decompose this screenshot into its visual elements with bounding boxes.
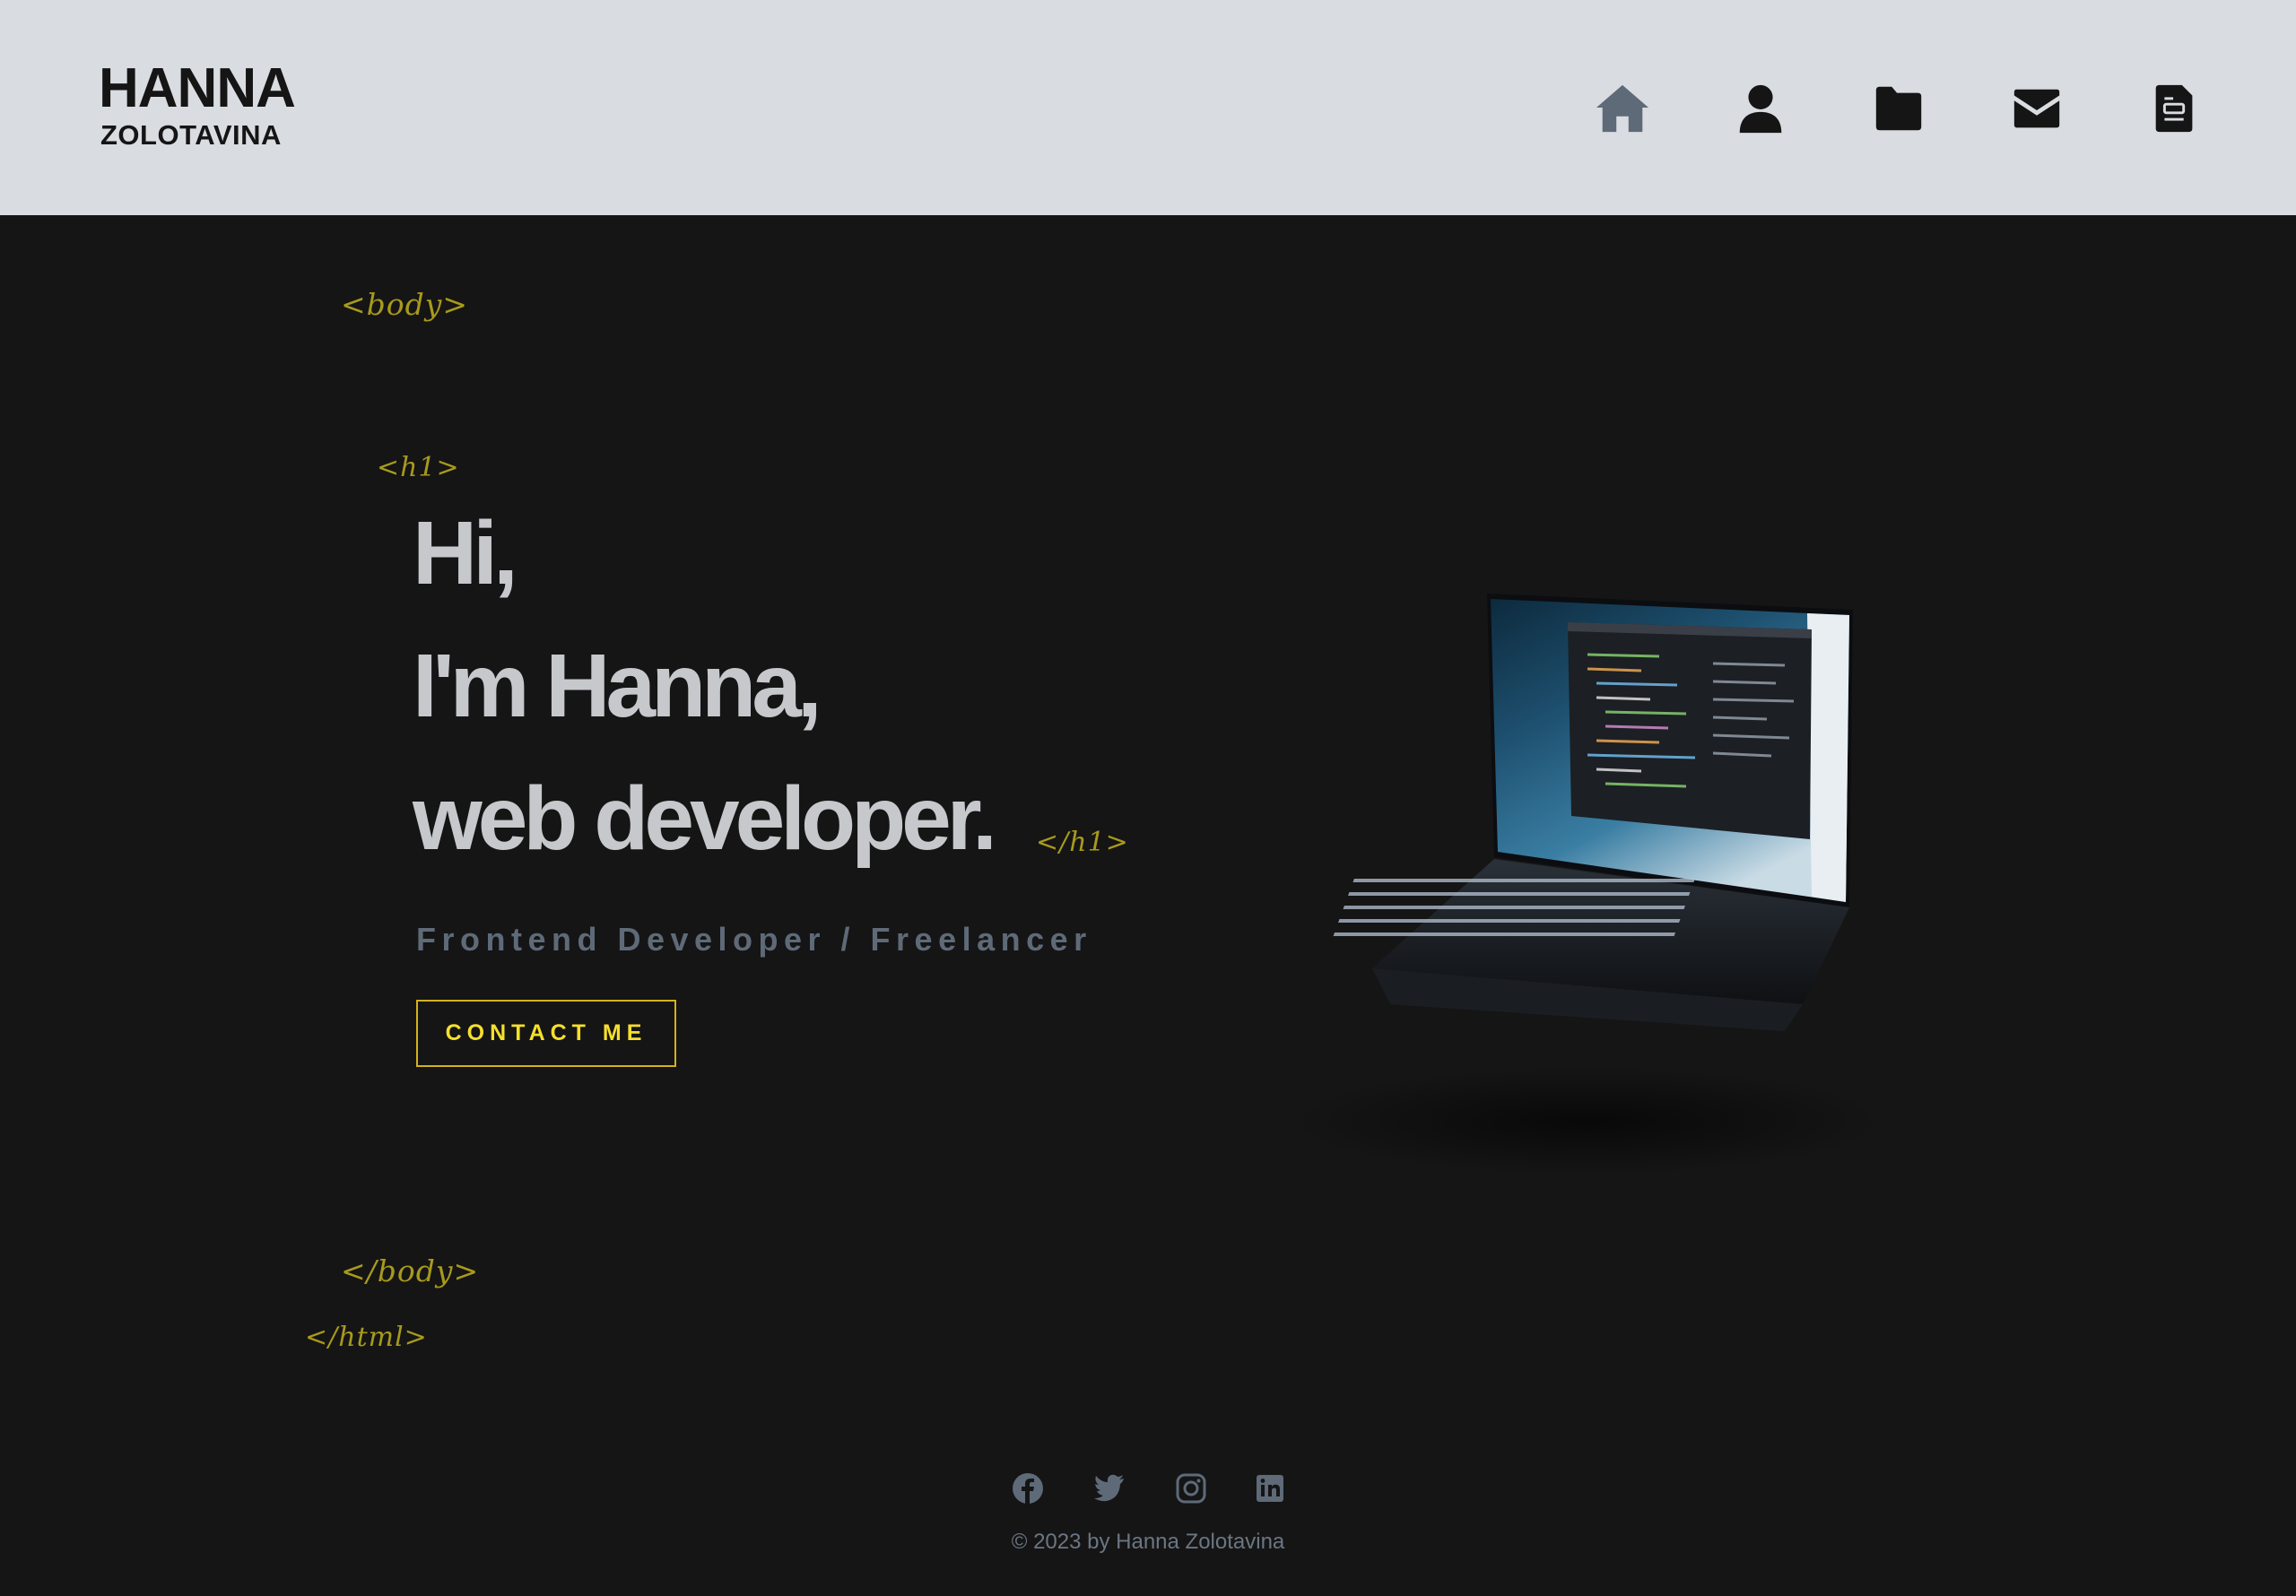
tag-html-close: </html> xyxy=(305,1322,428,1353)
folder-icon xyxy=(1875,86,1922,131)
hero-subtitle: Frontend Developer / Freelancer xyxy=(416,921,1092,958)
tag-body-open: <body> xyxy=(341,287,469,322)
main-nav xyxy=(0,79,2296,142)
document-icon xyxy=(2155,84,2193,133)
user-icon xyxy=(1739,84,1782,134)
site-header: HANNA ZOLOTAVINA xyxy=(0,0,2296,215)
home-icon xyxy=(1596,84,1649,133)
social-instagram[interactable] xyxy=(1173,1470,1209,1506)
nav-resume[interactable] xyxy=(2144,79,2206,138)
social-linkedin[interactable] xyxy=(1252,1470,1288,1506)
nav-contact[interactable] xyxy=(2005,79,2068,138)
social-facebook[interactable] xyxy=(1010,1470,1046,1506)
instagram-icon xyxy=(1176,1473,1206,1504)
hero-role: web developer. xyxy=(413,768,997,869)
envelope-icon xyxy=(2013,89,2060,128)
tag-h1-open: <h1> xyxy=(377,452,460,483)
laptop-image xyxy=(1292,594,1883,1175)
social-links xyxy=(0,1470,2296,1510)
footer-copyright: © 2023 by Hanna Zolotavina xyxy=(1011,1530,1285,1554)
linkedin-icon xyxy=(1257,1475,1283,1502)
contact-me-button[interactable]: CONTACT ME xyxy=(416,1000,676,1067)
nav-about[interactable] xyxy=(1729,79,1792,138)
facebook-icon xyxy=(1013,1473,1043,1504)
tag-h1-close: </h1> xyxy=(1036,827,1129,858)
hero-name: I'm Hanna, xyxy=(413,636,822,736)
nav-home[interactable] xyxy=(1591,79,1654,138)
nav-portfolio[interactable] xyxy=(1867,79,1930,138)
twitter-icon xyxy=(1094,1474,1124,1502)
tag-body-close: </body> xyxy=(341,1253,480,1288)
hero-greeting: Hi, xyxy=(413,503,518,603)
social-twitter[interactable] xyxy=(1091,1470,1127,1506)
